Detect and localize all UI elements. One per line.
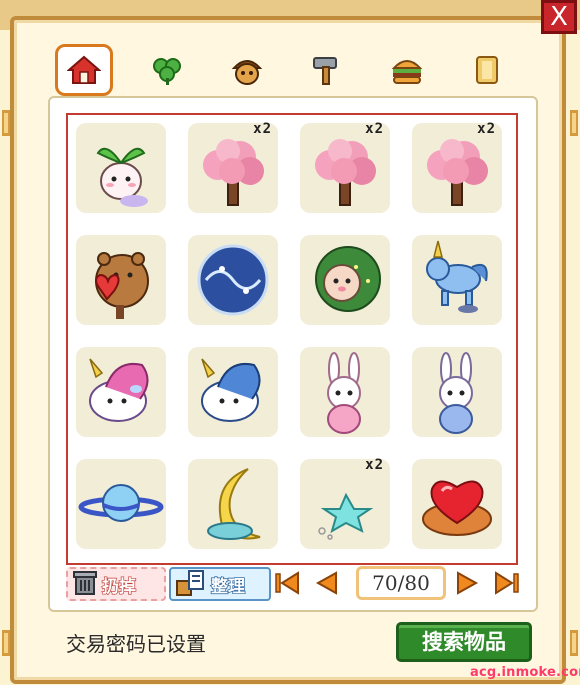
first-page-icon[interactable]: [274, 570, 300, 596]
galaxy-orb-item: [197, 244, 269, 316]
right-peg-decor: [570, 630, 578, 656]
inventory-slot[interactable]: x2: [412, 121, 502, 213]
tab-food-seeds[interactable]: [225, 48, 269, 92]
moon-bed-item: [207, 468, 261, 540]
inventory-slot[interactable]: [412, 459, 502, 549]
bear-heart-item: [95, 252, 149, 319]
pager: 70/80: [274, 564, 528, 604]
inventory-slot[interactable]: [412, 347, 502, 437]
sprout-doll-item: [96, 147, 148, 207]
item-count-badge: x2: [477, 121, 496, 137]
sort-box-icon: [176, 570, 204, 596]
left-peg-decor: [2, 630, 10, 656]
close-label: X: [550, 2, 568, 32]
pink-unicorn-item: [89, 358, 149, 422]
home-icon: [67, 55, 101, 84]
blue-unicorn-rocker-item: [426, 240, 488, 313]
inventory-slot[interactable]: [412, 235, 502, 325]
hedgehog-item: [315, 246, 381, 312]
tab-home[interactable]: [55, 44, 113, 96]
tab-food[interactable]: [385, 48, 429, 92]
inventory-slot[interactable]: [188, 347, 278, 437]
item-count-badge: x2: [365, 121, 384, 137]
last-page-icon[interactable]: [494, 570, 520, 596]
clover-icon: [153, 58, 181, 85]
sort-button[interactable]: 整理: [169, 567, 271, 601]
discard-label: 扔掉: [101, 576, 136, 597]
right-peg-decor: [570, 110, 578, 136]
tab-plants[interactable]: [145, 48, 189, 92]
inventory-slot[interactable]: [300, 235, 390, 325]
inventory-slot[interactable]: [76, 459, 166, 549]
inventory-slot[interactable]: [76, 235, 166, 325]
inventory-slot[interactable]: x2: [188, 121, 278, 213]
inventory-slot[interactable]: x2: [300, 457, 390, 549]
item-count-badge: x2: [253, 121, 272, 137]
scroll-icon: [476, 56, 498, 84]
prev-page-icon[interactable]: [314, 570, 340, 596]
heart-cake-item: [422, 480, 492, 536]
blue-unicorn-item: [201, 358, 261, 422]
hammer-icon: [313, 57, 337, 85]
next-page-icon[interactable]: [454, 570, 480, 596]
acorn-icon: [231, 60, 263, 85]
category-tabs: [45, 44, 525, 96]
inventory-slot[interactable]: [188, 459, 278, 549]
inventory-slot[interactable]: [76, 123, 166, 213]
planet-item: [78, 484, 164, 522]
tab-scrolls[interactable]: [465, 48, 509, 92]
inventory-slot[interactable]: x2: [300, 121, 390, 213]
discard-button[interactable]: 扔掉: [66, 567, 166, 601]
trash-icon: [73, 571, 97, 595]
sort-label: 整理: [210, 576, 245, 597]
page-indicator: 70/80: [356, 566, 446, 600]
close-button[interactable]: X: [541, 0, 577, 34]
watermark: acg.inmoke.com: [470, 665, 580, 680]
item-grid: x2 x2 x2 x2: [66, 113, 518, 565]
inventory-slot[interactable]: [76, 347, 166, 437]
inventory-screen: X x2 x2 x2 x2 扔掉 整理 70/80 交易密码已设置 搜索物品 a…: [0, 0, 580, 685]
tab-tools[interactable]: [305, 48, 349, 92]
pink-bunny-item: [327, 352, 361, 434]
inventory-slot[interactable]: [188, 235, 278, 325]
left-peg-decor: [2, 110, 10, 136]
search-items-button[interactable]: 搜索物品: [396, 622, 532, 662]
inventory-toolbar: 扔掉 整理 70/80: [66, 564, 528, 604]
item-count-badge: x2: [365, 457, 384, 473]
burger-icon: [391, 60, 423, 84]
trade-password-status: 交易密码已设置: [66, 632, 206, 656]
blue-bunny-item: [439, 352, 473, 434]
inventory-slot[interactable]: [300, 347, 390, 437]
